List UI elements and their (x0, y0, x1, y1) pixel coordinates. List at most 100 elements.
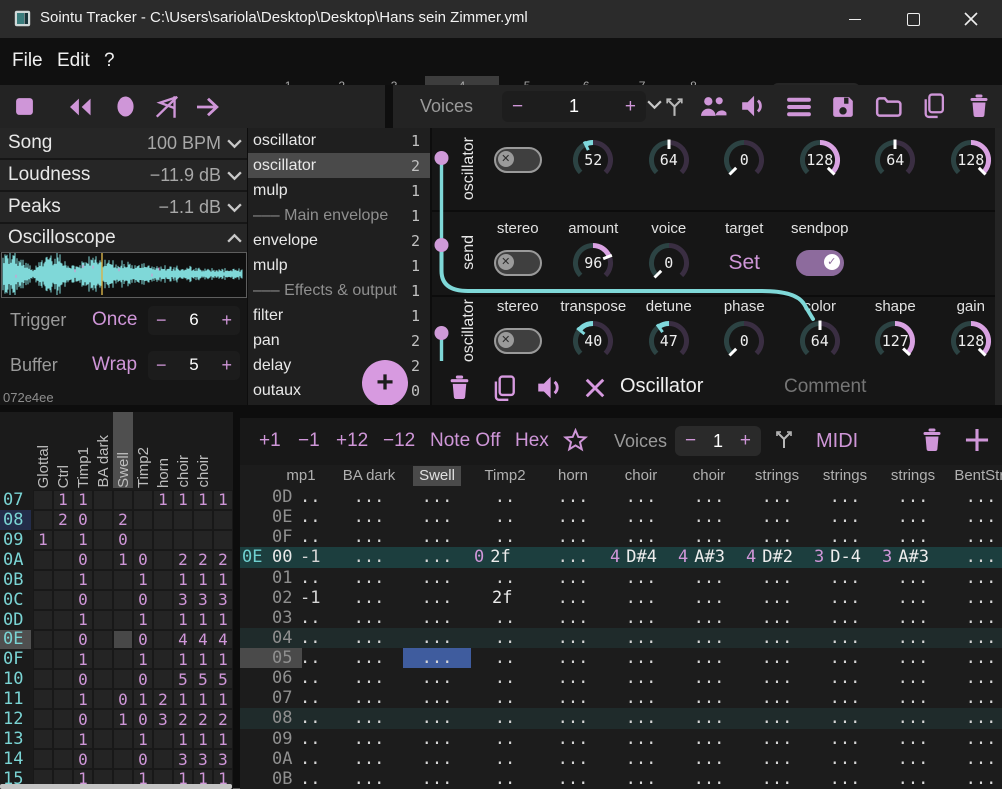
target-set-button[interactable]: Set (728, 251, 760, 275)
order-cell[interactable]: 1 (174, 491, 192, 509)
order-cell[interactable] (54, 571, 72, 589)
pattern-cell[interactable]: ... (675, 749, 743, 769)
pattern-cell[interactable]: ... (403, 588, 471, 608)
pattern-cell[interactable]: ... (743, 507, 811, 527)
order-cell[interactable] (34, 650, 52, 668)
order-cell[interactable]: 3 (194, 591, 212, 609)
order-cell[interactable]: 2 (114, 511, 132, 529)
pattern-cell[interactable]: .. (471, 729, 539, 749)
pattern-cell[interactable]: .. (471, 628, 539, 648)
order-cell[interactable] (114, 631, 132, 649)
close-button[interactable] (948, 0, 994, 38)
close-icon[interactable] (584, 377, 606, 404)
pattern-cell[interactable]: ... (403, 729, 471, 749)
pattern-cell[interactable]: ... (947, 527, 1002, 547)
knob-param[interactable]: 64 (872, 137, 918, 183)
unit-list-item[interactable]: oscillator2 (248, 153, 430, 178)
pattern-cell[interactable]: ... (811, 608, 879, 628)
pattern-cell[interactable]: ... (675, 769, 743, 789)
pattern-cell[interactable]: ... (947, 708, 1002, 728)
order-cell[interactable]: 0 (134, 750, 152, 768)
pattern-cell[interactable]: .. (471, 487, 539, 507)
copy-icon[interactable] (922, 93, 945, 119)
pattern-cell[interactable]: ... (607, 487, 675, 507)
order-cell[interactable] (194, 511, 212, 529)
order-cell[interactable]: 1 (174, 730, 192, 748)
pattern-cell[interactable]: ... (607, 527, 675, 547)
order-cell[interactable]: 1 (174, 571, 192, 589)
order-cell[interactable] (154, 611, 172, 629)
order-cell[interactable]: 1 (214, 690, 232, 708)
pattern-cell[interactable]: ... (335, 568, 403, 588)
pattern-cell[interactable]: ... (879, 568, 947, 588)
knob-param[interactable]: 128 (948, 137, 994, 183)
order-cell[interactable] (114, 730, 132, 748)
pattern-cell[interactable]: .. (267, 708, 335, 728)
track-header-choir[interactable]: choir (607, 465, 675, 487)
order-cell[interactable]: 1 (74, 611, 92, 629)
midi-button[interactable]: MIDI (816, 430, 858, 453)
order-cell[interactable]: 3 (154, 710, 172, 728)
pattern-cell[interactable]: ... (539, 527, 607, 547)
order-column-header-horn[interactable]: horn (153, 412, 173, 488)
knob-param[interactable]: 52 (570, 137, 616, 183)
pattern-cell[interactable]: ... (539, 769, 607, 789)
knob-transpose[interactable]: 40 (570, 318, 616, 364)
order-cell[interactable]: 2 (174, 710, 192, 728)
order-cell[interactable]: 5 (214, 670, 232, 688)
pattern-cell[interactable]: ... (607, 749, 675, 769)
users-icon[interactable] (700, 95, 727, 117)
pattern-cell[interactable]: ... (607, 568, 675, 588)
pattern-cell[interactable]: ... (403, 628, 471, 648)
pattern-cell[interactable]: ... (335, 769, 403, 789)
pattern-cell[interactable]: ... (879, 628, 947, 648)
toggle-stereo[interactable]: ✕ (494, 250, 542, 276)
pattern-cell[interactable]: .. (267, 568, 335, 588)
pattern-cell[interactable]: ... (675, 628, 743, 648)
pattern-cell[interactable]: ... (811, 648, 879, 668)
order-cell[interactable] (94, 730, 112, 748)
collapse-chevron-icon[interactable] (646, 99, 663, 110)
order-row-number[interactable]: 0C (0, 590, 31, 610)
add-unit-button[interactable]: + (362, 360, 408, 406)
pattern-cell[interactable]: .. (267, 729, 335, 749)
pattern-cell[interactable]: ... (607, 588, 675, 608)
pattern-cell[interactable]: ... (947, 507, 1002, 527)
order-column-header-swell[interactable]: Swell (113, 412, 133, 488)
trigger-plus-button[interactable]: + (213, 310, 240, 331)
save-icon[interactable] (831, 95, 855, 119)
knob-shape[interactable]: 127 (872, 318, 918, 364)
pattern-cell[interactable]: ... (403, 527, 471, 547)
chevron-down-icon[interactable] (226, 170, 243, 181)
order-cell[interactable]: 0 (134, 710, 152, 728)
transpose-down-12-button[interactable]: −12 (383, 430, 415, 452)
pattern-cell[interactable]: ... (403, 769, 471, 789)
order-cell[interactable]: 1 (74, 531, 92, 549)
order-row-number[interactable]: 14 (0, 749, 31, 769)
knob-detune[interactable]: 47 (646, 318, 692, 364)
pattern-cell[interactable]: ... (743, 668, 811, 688)
pattern-cell[interactable]: ... (403, 749, 471, 769)
rewind-icon[interactable] (66, 97, 94, 117)
order-cell[interactable]: 0 (114, 531, 132, 549)
track-header-strings[interactable]: strings (879, 465, 947, 487)
order-cell[interactable]: 1 (214, 650, 232, 668)
track-header-strings[interactable]: strings (811, 465, 879, 487)
chevron-up-icon[interactable] (226, 233, 243, 244)
order-cell[interactable]: 3 (174, 591, 192, 609)
unit-comment-input[interactable] (782, 375, 956, 399)
pattern-cell[interactable]: ... (811, 688, 879, 708)
unit-list-item[interactable]: filter1 (248, 303, 430, 328)
knob-amount[interactable]: 96 (570, 240, 616, 286)
order-row-number[interactable]: 0B (0, 570, 31, 590)
order-cell[interactable] (114, 571, 132, 589)
order-column-header-timp2[interactable]: Timp2 (133, 412, 153, 488)
pattern-cell[interactable]: ... (879, 668, 947, 688)
pattern-cell[interactable]: ... (947, 608, 1002, 628)
order-cell[interactable] (114, 670, 132, 688)
speaker-icon[interactable] (536, 375, 563, 405)
star-icon[interactable] (563, 428, 588, 459)
pattern-cell[interactable]: ... (403, 688, 471, 708)
order-cell[interactable] (134, 531, 152, 549)
pattern-cell[interactable]: ... (743, 749, 811, 769)
